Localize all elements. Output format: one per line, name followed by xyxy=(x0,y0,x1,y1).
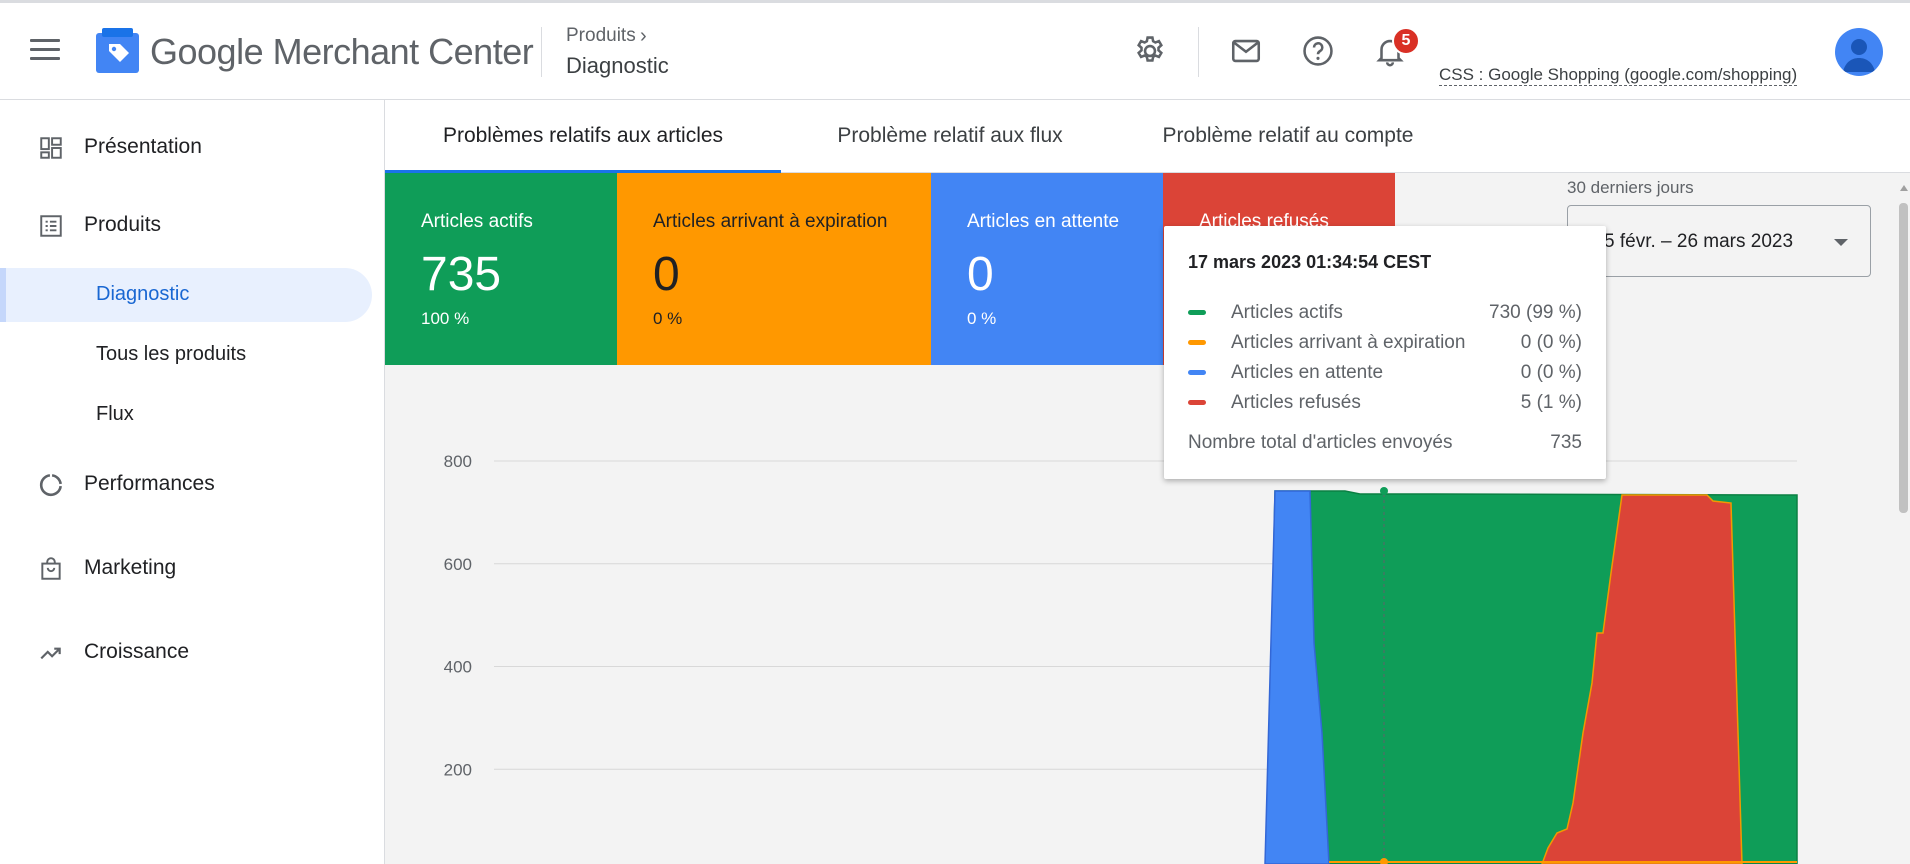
chevron-down-icon xyxy=(1834,239,1848,246)
sidebar-item-label: Présentation xyxy=(84,135,202,158)
tooltip-label: Articles actifs xyxy=(1231,302,1343,323)
tooltip-row-actifs: Articles actifs 730 (99 %) xyxy=(1188,302,1582,328)
card-title: Articles arrivant à expiration xyxy=(653,211,888,232)
sidebar-item-produits[interactable]: Produits xyxy=(0,198,384,252)
card-percent: 100 % xyxy=(421,309,470,328)
date-range-value: 5 févr. – 26 mars 2023 xyxy=(1604,231,1794,252)
tooltip-value: 0 (0 %) xyxy=(1520,332,1582,353)
tooltip-title: 17 mars 2023 01:34:54 CEST xyxy=(1188,252,1432,272)
tooltip-row-expiration: Articles arrivant à expiration 0 (0 %) xyxy=(1188,332,1582,358)
summary-card-attente[interactable]: Articles en attente 0 0 % xyxy=(931,173,1163,365)
card-percent: 0 % xyxy=(653,309,683,328)
sidebar-subitem-diagnostic[interactable]: Diagnostic xyxy=(0,268,372,322)
dashboard-icon xyxy=(40,137,62,159)
scrollbar[interactable] xyxy=(1897,181,1910,864)
merchant-center-logo xyxy=(96,28,139,73)
header-divider xyxy=(1198,27,1199,77)
card-percent: 0 % xyxy=(967,309,997,328)
trending-up-icon xyxy=(40,647,61,660)
sidebar-item-marketing[interactable]: Marketing xyxy=(0,541,384,595)
notification-badge: 5 xyxy=(1392,27,1420,55)
help-icon[interactable] xyxy=(1298,31,1338,71)
tooltip-total-label: Nombre total d'articles envoyés xyxy=(1188,432,1453,453)
tab-probleme-compte[interactable]: Problème relatif au compte xyxy=(1119,100,1457,172)
donut-icon xyxy=(39,474,62,497)
sidebar-subitem-tous-les-produits[interactable]: Tous les produits xyxy=(0,328,372,382)
tooltip-label: Articles arrivant à expiration xyxy=(1231,332,1466,353)
sidebar-subitem-flux[interactable]: Flux xyxy=(0,388,372,442)
chevron-right-icon: › xyxy=(640,25,647,47)
header-divider xyxy=(541,27,542,77)
breadcrumb-current: Diagnostic xyxy=(566,53,669,78)
sidebar-item-performances[interactable]: Performances xyxy=(0,457,384,511)
legend-swatch xyxy=(1188,370,1206,375)
brand-title: Google Merchant Center xyxy=(150,31,534,72)
menu-icon[interactable] xyxy=(30,39,60,63)
sidebar-item-label: Flux xyxy=(96,403,134,425)
date-range-select[interactable]: 5 févr. – 26 mars 2023 xyxy=(1567,205,1871,277)
scroll-up-arrow[interactable] xyxy=(1900,185,1908,191)
gear-icon[interactable] xyxy=(1130,31,1170,71)
tooltip-row-attente: Articles en attente 0 (0 %) xyxy=(1188,362,1582,388)
y-tick-label: 800 xyxy=(444,452,472,471)
tab-problemes-articles[interactable]: Problèmes relatifs aux articles xyxy=(385,100,781,173)
shopping-bag-icon xyxy=(41,557,61,580)
y-tick-label: 600 xyxy=(444,555,472,574)
y-tick-label: 200 xyxy=(444,760,472,779)
sidebar: Présentation Produits Diagnostic Tous le… xyxy=(0,100,385,864)
card-title: Articles actifs xyxy=(421,211,533,232)
tooltip-value: 5 (1 %) xyxy=(1520,392,1582,413)
date-range-label: 30 derniers jours xyxy=(1567,178,1694,197)
tooltip-total-value: 735 xyxy=(1550,432,1582,453)
summary-card-actifs[interactable]: Articles actifs 735 100 % xyxy=(385,173,617,365)
hover-point-actifs xyxy=(1380,487,1388,495)
tooltip-label: Articles en attente xyxy=(1231,362,1384,383)
legend-swatch xyxy=(1188,340,1206,345)
sidebar-item-label: Marketing xyxy=(84,556,177,579)
sidebar-item-label: Tous les produits xyxy=(96,343,247,365)
tooltip-label: Articles refusés xyxy=(1231,392,1361,413)
chart-tooltip: 17 mars 2023 01:34:54 CEST Articles acti… xyxy=(1164,226,1606,479)
tooltip-value: 730 (99 %) xyxy=(1489,302,1582,323)
sidebar-item-label: Performances xyxy=(84,472,215,495)
scrollbar-thumb[interactable] xyxy=(1899,203,1908,513)
list-icon xyxy=(40,215,62,237)
tab-probleme-flux[interactable]: Problème relatif aux flux xyxy=(781,100,1119,172)
breadcrumb-parent[interactable]: Produits xyxy=(566,25,636,47)
diagnostic-content: 8006004002000 Articles actifs 735 100 % … xyxy=(385,173,1910,864)
y-tick-label: 400 xyxy=(444,658,472,677)
legend-swatch xyxy=(1188,310,1206,315)
tooltip-value: 0 (0 %) xyxy=(1520,362,1582,383)
sidebar-item-croissance[interactable]: Croissance xyxy=(0,625,384,679)
legend-swatch xyxy=(1188,400,1206,405)
card-value: 0 xyxy=(967,248,994,301)
sidebar-item-label: Diagnostic xyxy=(96,283,190,305)
sidebar-item-label: Croissance xyxy=(84,640,190,663)
sidebar-item-presentation[interactable]: Présentation xyxy=(0,120,384,174)
card-value: 735 xyxy=(421,248,502,301)
mail-icon[interactable] xyxy=(1226,31,1266,71)
css-account-label[interactable]: CSS : Google Shopping (google.com/shoppi… xyxy=(1439,65,1798,86)
summary-card-expiration[interactable]: Articles arrivant à expiration 0 0 % xyxy=(617,173,931,365)
issue-tabs: Problèmes relatifs aux articles Problème… xyxy=(385,100,1910,173)
card-title: Articles en attente xyxy=(967,211,1120,232)
avatar[interactable] xyxy=(1835,28,1883,76)
top-app-bar: Google Merchant Center Produits › Diagno… xyxy=(0,3,1910,100)
card-value: 0 xyxy=(653,248,680,301)
tooltip-row-refuses: Articles refusés 5 (1 %) xyxy=(1188,392,1582,418)
sidebar-item-label: Produits xyxy=(84,213,162,236)
